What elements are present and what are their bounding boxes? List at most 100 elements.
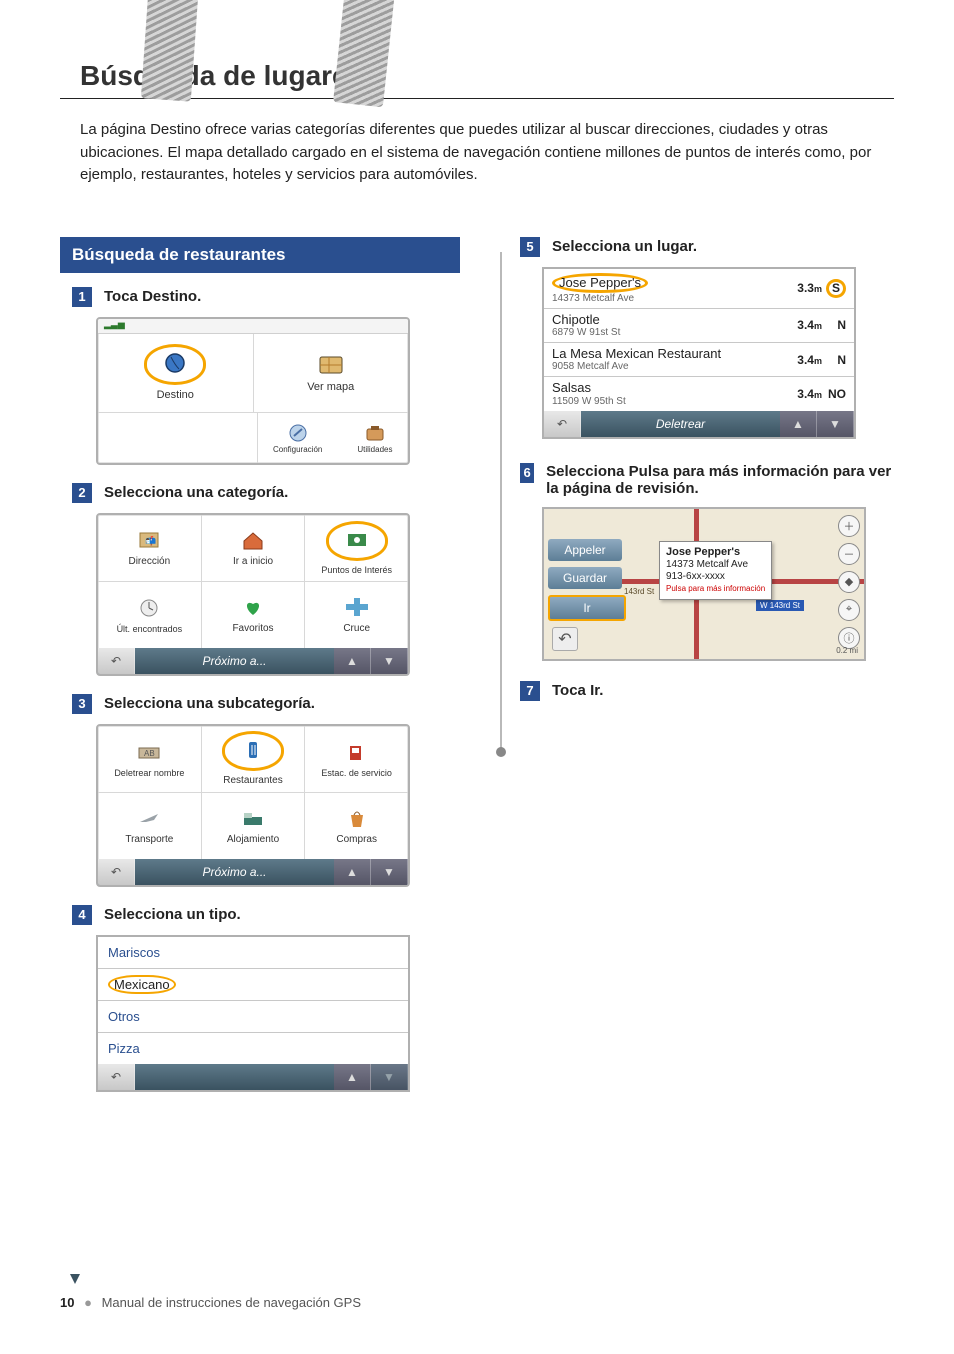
label: Favoritos	[232, 623, 273, 634]
label: Configuración	[273, 445, 322, 454]
page-footer: 10 ● Manual de instrucciones de navegaci…	[60, 1295, 361, 1310]
type-row[interactable]: Pizza	[98, 1033, 408, 1064]
search-globe-icon	[161, 351, 189, 375]
subcat-fuel[interactable]: Estac. de servicio	[305, 726, 408, 793]
recenter-icon[interactable]: ⌖	[838, 599, 860, 621]
home-vermapa-button[interactable]: Ver mapa	[254, 334, 409, 413]
subcat-shopping[interactable]: Compras	[305, 793, 408, 859]
step-text: Selecciona una categoría.	[104, 484, 288, 501]
down-arrow-icon[interactable]: ▼	[371, 648, 408, 674]
status-bar: ▂▃▅	[98, 319, 408, 334]
footer-title: Manual de instrucciones de navegación GP…	[102, 1295, 361, 1310]
intro-paragraph: La página Destino ofrece varias categorí…	[80, 119, 894, 187]
continuation-arrow-icon	[70, 1274, 80, 1284]
orientation-icon[interactable]: ◆	[838, 571, 860, 593]
cat-poi[interactable]: Puntos de Interés	[305, 515, 408, 582]
type-row[interactable]: Mariscos	[98, 937, 408, 969]
down-arrow-icon[interactable]: ▼	[817, 411, 854, 437]
fuel-icon	[343, 740, 371, 764]
result-distance: 3.3m	[780, 281, 822, 295]
label: Restaurantes	[223, 775, 282, 786]
label: Estac. de servicio	[321, 768, 392, 778]
device-screenshot-subcategory: AB Deletrear nombre Restaurantes Estac. …	[96, 724, 410, 887]
result-direction: S	[822, 279, 846, 298]
step-text: Toca Destino.	[104, 288, 201, 305]
label: Cruce	[343, 623, 370, 634]
toolbox-icon[interactable]	[361, 421, 389, 445]
decorative-chain	[141, 0, 199, 102]
near-button[interactable]: Próximo a...	[135, 865, 334, 879]
cat-direccion[interactable]: 📬 Dirección	[98, 515, 202, 582]
result-row[interactable]: Chipotle6879 W 91st St 3.4m N	[544, 309, 854, 343]
step-number: 2	[72, 483, 92, 503]
near-button[interactable]: Próximo a...	[135, 654, 334, 668]
wrench-icon[interactable]	[284, 421, 312, 445]
up-arrow-icon[interactable]: ▲	[334, 648, 371, 674]
result-row[interactable]: Salsas11509 W 95th St 3.4m NO	[544, 377, 854, 410]
street-sign: W 143rd St	[756, 600, 804, 611]
highlight-circle: Jose Pepper's	[552, 273, 648, 293]
down-arrow-icon[interactable]: ▼	[371, 859, 408, 885]
result-addr: 14373 Metcalf Ave	[552, 293, 780, 304]
home-tools-row	[98, 413, 258, 463]
back-icon[interactable]: ↶	[98, 648, 135, 674]
cat-intersection[interactable]: Cruce	[305, 582, 408, 648]
device-screenshot-results: Jose Pepper's 14373 Metcalf Ave 3.3m S C…	[542, 267, 856, 439]
subcat-transport[interactable]: Transporte	[98, 793, 202, 859]
label: Ver mapa	[307, 381, 354, 393]
up-arrow-icon[interactable]: ▲	[780, 411, 817, 437]
address-icon: 📬	[135, 528, 163, 552]
zoom-out-icon[interactable]: －	[838, 543, 860, 565]
cat-recent[interactable]: Últ. encontrados	[98, 582, 202, 648]
page-number: 10	[60, 1295, 74, 1310]
step-number: 6	[520, 463, 534, 483]
page: Búsqueda de lugares La página Destino of…	[0, 0, 954, 1354]
popup-address: 14373 Metcalf Ave	[666, 559, 748, 570]
vertical-rule-dot	[496, 747, 506, 757]
zoom-in-icon[interactable]: ＋	[838, 515, 860, 537]
type-row[interactable]: Otros	[98, 1001, 408, 1033]
step-text: Selecciona un tipo.	[104, 906, 241, 923]
popup-more-link[interactable]: Pulsa para más información	[666, 584, 765, 593]
map-scale: 0.2 mi	[836, 646, 858, 655]
back-icon[interactable]: ↶	[544, 411, 581, 437]
up-arrow-icon[interactable]: ▲	[334, 1064, 371, 1090]
step-number: 7	[520, 681, 540, 701]
subcat-spell[interactable]: AB Deletrear nombre	[98, 726, 202, 793]
cat-favorites[interactable]: Favoritos	[202, 582, 306, 648]
map-call-button[interactable]: Appeler	[548, 539, 622, 561]
label: Ir a inicio	[233, 556, 273, 567]
popup-title: Jose Pepper's	[666, 546, 765, 559]
street-label: 143rd St	[624, 587, 654, 596]
step-text: Selecciona Pulsa para más información pa…	[546, 463, 900, 497]
type-row[interactable]: Mexicano	[98, 969, 408, 1001]
step-text: Selecciona una subcategoría.	[104, 695, 315, 712]
label: Puntos de Interés	[321, 565, 392, 575]
label: Destino	[157, 389, 194, 401]
home-destino-button[interactable]: Destino	[98, 334, 254, 413]
result-row[interactable]: La Mesa Mexican Restaurant9058 Metcalf A…	[544, 343, 854, 377]
svg-text:📬: 📬	[145, 535, 156, 546]
result-row[interactable]: Jose Pepper's 14373 Metcalf Ave 3.3m S	[544, 269, 854, 309]
subcat-restaurants[interactable]: Restaurantes	[202, 726, 306, 793]
step-number: 1	[72, 287, 92, 307]
subcat-lodging[interactable]: Alojamiento	[202, 793, 306, 859]
down-arrow-icon[interactable]: ▼	[371, 1064, 408, 1090]
back-icon[interactable]: ↶	[98, 859, 135, 885]
bed-icon	[239, 806, 267, 830]
vertical-rule	[500, 252, 502, 752]
map-save-button[interactable]: Guardar	[548, 567, 622, 589]
right-column: 5 Selecciona un lugar. Jose Pepper's 143…	[520, 237, 900, 719]
back-icon[interactable]: ↶	[552, 627, 578, 651]
map-info-popup[interactable]: Jose Pepper's 14373 Metcalf Ave 913-6xx-…	[659, 541, 772, 600]
section-bar: Búsqueda de restaurantes	[60, 237, 460, 273]
spell-button[interactable]: Deletrear	[581, 417, 780, 431]
label: Dirección	[128, 556, 170, 567]
back-icon[interactable]: ↶	[98, 1064, 135, 1090]
up-arrow-icon[interactable]: ▲	[334, 859, 371, 885]
cat-gohome[interactable]: Ir a inicio	[202, 515, 306, 582]
device-screenshot-typelist: Mariscos Mexicano Otros Pizza ↶ ▲ ▼	[96, 935, 410, 1092]
step-5: 5 Selecciona un lugar. Jose Pepper's 143…	[520, 237, 900, 439]
label: Deletrear nombre	[114, 768, 184, 778]
map-go-button[interactable]: Ir	[548, 595, 626, 621]
